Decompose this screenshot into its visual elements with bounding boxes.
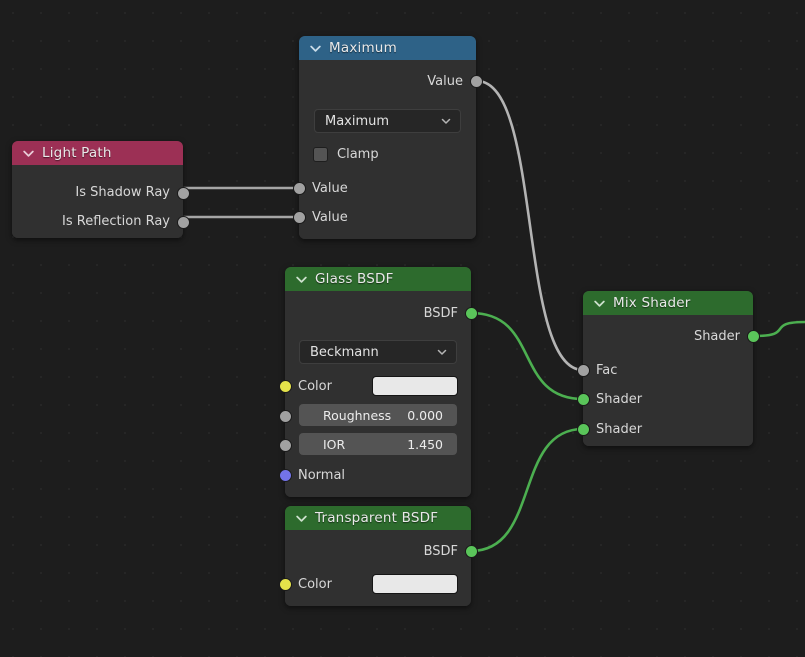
input-socket-color[interactable]: [278, 578, 292, 591]
node-title: Transparent BSDF: [315, 510, 439, 526]
node-editor-canvas[interactable]: Light Path Is Shadow Ray Is Reflection R…: [0, 0, 805, 657]
socket-label-bsdf-out: BSDF: [423, 543, 458, 559]
socket-label-shader-2: Shader: [596, 421, 643, 437]
clamp-checkbox-row[interactable]: Clamp: [313, 144, 379, 164]
socket-label-color: Color: [298, 576, 332, 592]
node-input-row: Shader: [583, 418, 753, 440]
node-title: Maximum: [329, 40, 397, 56]
socket-label-is-reflection-ray: Is Reflection Ray: [62, 213, 170, 229]
output-socket-bsdf[interactable]: [464, 545, 478, 558]
socket-label-value-in-2: Value: [312, 209, 348, 225]
node-output-row: Shader: [583, 325, 753, 347]
clamp-checkbox[interactable]: [313, 146, 328, 162]
roughness-value: 0.000: [407, 407, 443, 423]
ior-field[interactable]: IOR 1.450: [299, 433, 457, 455]
output-socket-value[interactable]: [469, 75, 483, 88]
input-socket-shader-1[interactable]: [576, 393, 590, 406]
distribution-dropdown[interactable]: Beckmann: [299, 340, 457, 364]
chevron-down-icon[interactable]: [309, 42, 322, 55]
roughness-label: Roughness: [323, 407, 392, 423]
output-socket-is-reflection-ray[interactable]: [176, 216, 190, 229]
socket-label-normal: Normal: [298, 467, 346, 483]
dropdown-value: Maximum: [325, 113, 390, 129]
node-header-maximum[interactable]: Maximum: [299, 36, 476, 60]
chevron-down-icon: [441, 118, 451, 124]
input-socket-roughness[interactable]: [278, 410, 292, 423]
input-socket-value-2[interactable]: [292, 211, 306, 224]
output-socket-shader[interactable]: [746, 330, 760, 343]
input-socket-normal[interactable]: [278, 469, 292, 482]
link-mixshader-out[interactable]: [753, 320, 805, 338]
node-output-row: BSDF: [285, 302, 471, 324]
node-input-row: Value: [299, 177, 476, 199]
input-socket-ior[interactable]: [278, 439, 292, 452]
chevron-down-icon[interactable]: [22, 147, 35, 160]
node-transparent-bsdf[interactable]: Transparent BSDF BSDF Color: [278, 506, 478, 606]
color-swatch-glass[interactable]: [372, 376, 458, 396]
operation-dropdown[interactable]: Maximum: [314, 109, 461, 133]
dropdown-value: Beckmann: [310, 344, 379, 360]
socket-label-color: Color: [298, 378, 332, 394]
socket-label-bsdf-out: BSDF: [423, 305, 458, 321]
node-header-mix-shader[interactable]: Mix Shader: [583, 291, 753, 315]
color-swatch-transparent[interactable]: [372, 574, 458, 594]
input-socket-value-1[interactable]: [292, 182, 306, 195]
link-maximum-to-fac[interactable]: [475, 79, 585, 372]
socket-label-fac: Fac: [596, 362, 618, 378]
socket-label-is-shadow-ray: Is Shadow Ray: [75, 184, 170, 200]
output-socket-is-shadow-ray[interactable]: [176, 187, 190, 200]
node-output-row: Is Shadow Ray: [12, 181, 183, 203]
chevron-down-icon: [437, 349, 447, 355]
chevron-down-icon[interactable]: [295, 512, 308, 525]
node-input-row: Value: [299, 206, 476, 228]
node-output-row: Is Reflection Ray: [12, 210, 183, 232]
node-header-transparent-bsdf[interactable]: Transparent BSDF: [285, 506, 471, 530]
socket-label-value-in-1: Value: [312, 180, 348, 196]
node-output-row: BSDF: [285, 540, 471, 562]
chevron-down-icon[interactable]: [295, 273, 308, 286]
input-socket-shader-2[interactable]: [576, 423, 590, 436]
input-socket-fac[interactable]: [576, 364, 590, 377]
node-title: Glass BSDF: [315, 271, 394, 287]
node-maximum[interactable]: Maximum Value Maximum Clamp Value Value: [292, 36, 483, 239]
socket-label-value-out: Value: [427, 73, 463, 89]
node-header-glass-bsdf[interactable]: Glass BSDF: [285, 267, 471, 291]
ior-label: IOR: [323, 436, 346, 452]
node-output-row: Value: [299, 70, 476, 92]
node-input-row: Shader: [583, 388, 753, 410]
ior-value: 1.450: [407, 436, 443, 452]
node-light-path[interactable]: Light Path Is Shadow Ray Is Reflection R…: [12, 141, 190, 238]
node-input-row: Fac: [583, 359, 753, 381]
node-input-row: Normal: [285, 464, 471, 486]
chevron-down-icon[interactable]: [593, 297, 606, 310]
socket-label-shader-out: Shader: [693, 328, 740, 344]
clamp-label: Clamp: [337, 146, 379, 162]
node-glass-bsdf[interactable]: Glass BSDF BSDF Beckmann Color Roughness…: [278, 267, 478, 497]
node-header-light-path[interactable]: Light Path: [12, 141, 183, 165]
link-glass-to-shader1[interactable]: [469, 311, 585, 401]
node-title: Mix Shader: [613, 295, 691, 311]
input-socket-color[interactable]: [278, 380, 292, 393]
node-mix-shader[interactable]: Mix Shader Shader Fac Shader Shader: [576, 291, 760, 446]
roughness-field[interactable]: Roughness 0.000: [299, 404, 457, 426]
output-socket-bsdf[interactable]: [464, 307, 478, 320]
socket-label-shader-1: Shader: [596, 391, 643, 407]
node-title: Light Path: [42, 145, 112, 161]
link-transparent-to-shader2[interactable]: [469, 427, 585, 553]
